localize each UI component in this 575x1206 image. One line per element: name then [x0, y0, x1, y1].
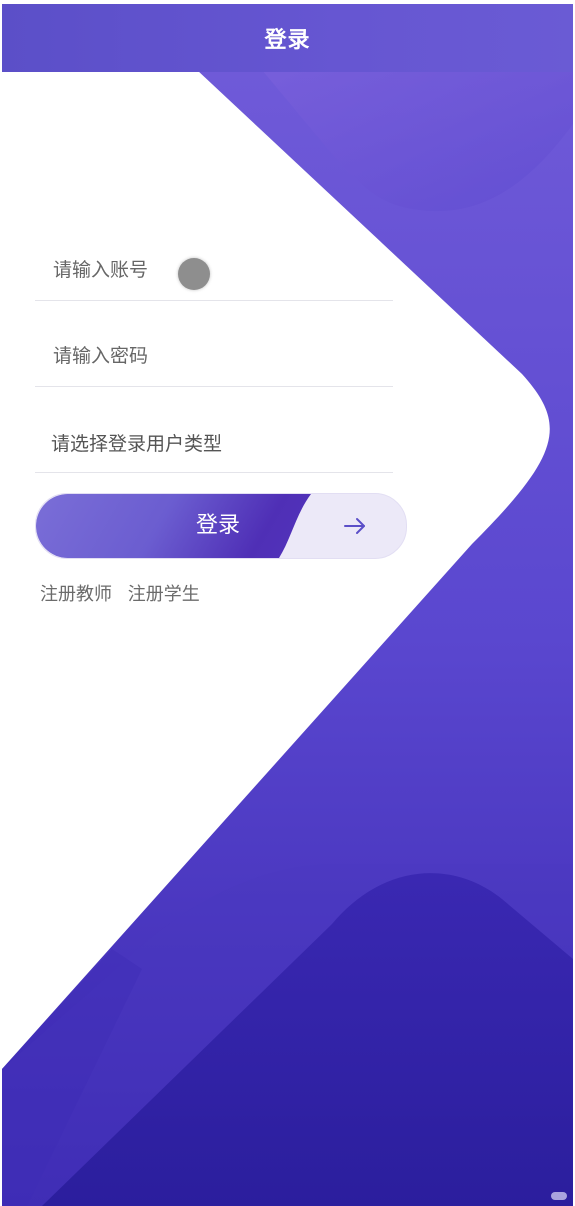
user-type-placeholder: 请选择登录用户类型	[51, 432, 223, 455]
arrow-right-icon	[344, 518, 365, 534]
page-title: 登录	[264, 28, 311, 53]
register-links: 注册教师 注册学生	[40, 580, 210, 606]
top-nav-bar: 登录	[2, 4, 573, 72]
login-button[interactable]: 登录	[35, 493, 407, 559]
register-teacher-link[interactable]: 注册教师	[40, 584, 112, 605]
register-student-link[interactable]: 注册学生	[128, 584, 200, 605]
corner-badge	[551, 1192, 567, 1200]
login-button-fill	[36, 494, 311, 558]
login-button-label: 登录	[196, 513, 241, 538]
password-field[interactable]	[35, 326, 393, 387]
user-type-select[interactable]: 请选择登录用户类型	[35, 412, 393, 473]
password-input[interactable]	[35, 345, 353, 367]
account-field[interactable]	[35, 240, 393, 301]
touch-indicator	[178, 258, 210, 290]
app-screen: 登录 请选择登录用户类型 登录 注册教师 注册学生	[2, 4, 573, 1206]
